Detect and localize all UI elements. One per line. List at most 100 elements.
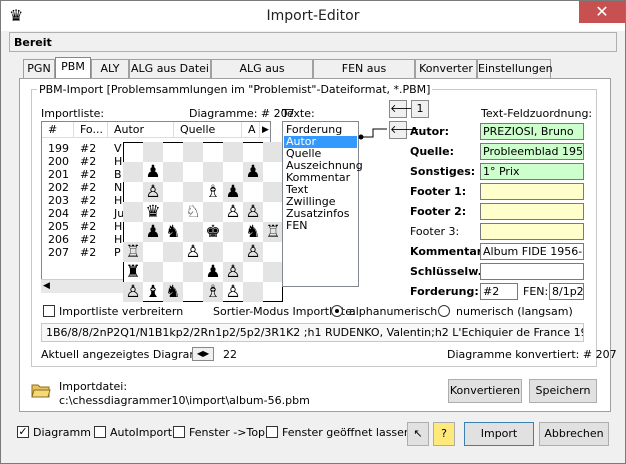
list-cell-num[interactable]: 200: [48, 155, 69, 168]
chess-piece: ♙: [245, 242, 261, 262]
fenster-top-checkbox[interactable]: [173, 426, 185, 438]
tab-alg-aus-clipboard[interactable]: ALG aus Clipboard: [211, 59, 313, 93]
importliste-verbreitern-checkbox[interactable]: [43, 305, 55, 317]
list-cell-num[interactable]: 199: [48, 142, 69, 155]
col-form[interactable]: Fo...: [74, 122, 108, 138]
speichern-button[interactable]: Speichern: [529, 379, 597, 403]
field-input[interactable]: [480, 223, 584, 240]
tab-einstellungen[interactable]: Einstellungen: [477, 59, 553, 79]
autoimport-checkbox[interactable]: [94, 426, 106, 438]
list-cell-num[interactable]: 204: [48, 207, 69, 220]
fen-field[interactable]: 8/1p2: [549, 283, 584, 300]
field-input[interactable]: [480, 203, 584, 220]
texte-item[interactable]: FEN: [284, 220, 357, 232]
chess-piece: ♝: [145, 282, 161, 302]
col-autor[interactable]: Autor: [108, 122, 174, 138]
list-cell-fo[interactable]: #2: [80, 155, 96, 168]
diagramme-count: Diagramme: # 207: [189, 107, 295, 120]
list-cell-autor[interactable]: P: [114, 246, 121, 259]
list-cell-fo[interactable]: #2: [80, 233, 96, 246]
list-cell-fo[interactable]: #2: [80, 246, 96, 259]
status-bar: Bereit: [9, 32, 617, 52]
col-num[interactable]: #: [42, 122, 74, 138]
chess-piece: ♞: [245, 222, 261, 242]
list-cell-fo[interactable]: #2: [80, 194, 96, 207]
field-input[interactable]: PREZIOSI, Bruno: [480, 123, 584, 140]
assign-arrow-button-top[interactable]: 🡐: [389, 100, 420, 118]
title-bar: ♛ Import-Editor ✕: [1, 1, 625, 31]
board-square: [183, 222, 203, 242]
list-cell-autor[interactable]: H: [114, 220, 122, 233]
board-square: [143, 242, 163, 262]
field-label: Quelle:: [410, 145, 455, 158]
field-label: Sonstiges:: [410, 165, 476, 178]
field-input[interactable]: Album FIDE 1956-19: [480, 243, 584, 260]
list-cell-fo[interactable]: #2: [80, 207, 96, 220]
col-a[interactable]: A: [242, 122, 260, 138]
chess-piece: ♙: [145, 182, 161, 202]
list-cell-num[interactable]: 206: [48, 233, 69, 246]
fenster-top-label: Fenster ->Top: [189, 426, 266, 439]
diagramm-checkbox[interactable]: ✓: [17, 426, 29, 438]
field-input[interactable]: [480, 183, 584, 200]
open-folder-icon[interactable]: [31, 381, 51, 399]
board-square: [243, 262, 263, 282]
pointer-icon[interactable]: ↖: [407, 422, 429, 446]
list-cell-autor[interactable]: H: [114, 155, 122, 168]
assign-arrow-button[interactable]: 🡐: [389, 121, 420, 139]
list-cell-num[interactable]: 205: [48, 220, 69, 233]
list-cell-num[interactable]: 203: [48, 194, 69, 207]
diagram-stepper[interactable]: ◀▶: [192, 347, 214, 361]
list-cell-num[interactable]: 201: [48, 168, 69, 181]
list-cell-fo[interactable]: #2: [80, 168, 96, 181]
abbrechen-button[interactable]: Abbrechen: [539, 422, 609, 446]
tab-pgn[interactable]: PGN: [23, 59, 55, 79]
tab-konverter[interactable]: Konverter: [415, 59, 477, 79]
chess-piece: ♟: [205, 262, 221, 282]
list-cell-autor[interactable]: H: [114, 194, 122, 207]
list-cell-autor[interactable]: H: [114, 233, 122, 246]
field-input[interactable]: [480, 263, 584, 280]
list-cell-num[interactable]: 207: [48, 246, 69, 259]
list-cell-fo[interactable]: #2: [80, 220, 96, 233]
autoimport-label: AutoImport: [110, 426, 173, 439]
fenster-offen-checkbox[interactable]: [266, 426, 278, 438]
list-cell-fo[interactable]: #2: [80, 181, 96, 194]
field-input[interactable]: 1° Prix: [480, 163, 584, 180]
import-button[interactable]: Import: [464, 422, 534, 446]
scroll-left-icon[interactable]: ◀: [43, 281, 50, 291]
help-icon[interactable]: ?: [433, 422, 455, 446]
board-square: [123, 222, 143, 242]
forderung-field[interactable]: #2: [480, 283, 518, 300]
texte-list[interactable]: Forderung Autor Quelle Auszeichnung Kommenta…: [282, 121, 363, 287]
board-square: [203, 242, 223, 262]
chess-piece: ♙: [225, 282, 241, 302]
board-square: [163, 262, 183, 282]
chess-piece: ♞: [165, 282, 181, 302]
chess-piece: ♖: [265, 222, 281, 242]
konvertieren-button[interactable]: Konvertieren: [448, 379, 522, 403]
sort-alphanumerisch-radio[interactable]: [331, 305, 343, 317]
scroll-right-icon[interactable]: ▶: [260, 122, 270, 138]
chess-piece: ♟: [245, 162, 261, 182]
one-button[interactable]: 1: [411, 100, 429, 118]
list-cell-autor[interactable]: B: [114, 168, 122, 181]
field-input[interactable]: Probleemblad 1957: [480, 143, 584, 160]
board-square: [223, 162, 243, 182]
board-square: [163, 182, 183, 202]
tab-pbm[interactable]: PBM: [55, 57, 91, 80]
sort-numerisch-radio[interactable]: [438, 305, 450, 317]
tab-fen-aus-clipboard[interactable]: FEN aus Clipboard: [313, 59, 415, 93]
board-square: [183, 182, 203, 202]
list-cell-autor[interactable]: N: [114, 181, 122, 194]
list-cell-autor[interactable]: V: [114, 142, 122, 155]
close-button[interactable]: ✕: [579, 1, 625, 23]
chess-piece: ♘: [185, 202, 201, 222]
field-label: Footer 2:: [410, 205, 467, 218]
field-label: Footer 1:: [410, 185, 467, 198]
list-cell-fo[interactable]: #2: [80, 142, 96, 155]
tab-aly[interactable]: ALY: [91, 59, 129, 79]
list-cell-num[interactable]: 202: [48, 181, 69, 194]
col-quelle[interactable]: Quelle: [174, 122, 242, 138]
tab-alg-aus-datei[interactable]: ALG aus Datei: [129, 59, 211, 79]
